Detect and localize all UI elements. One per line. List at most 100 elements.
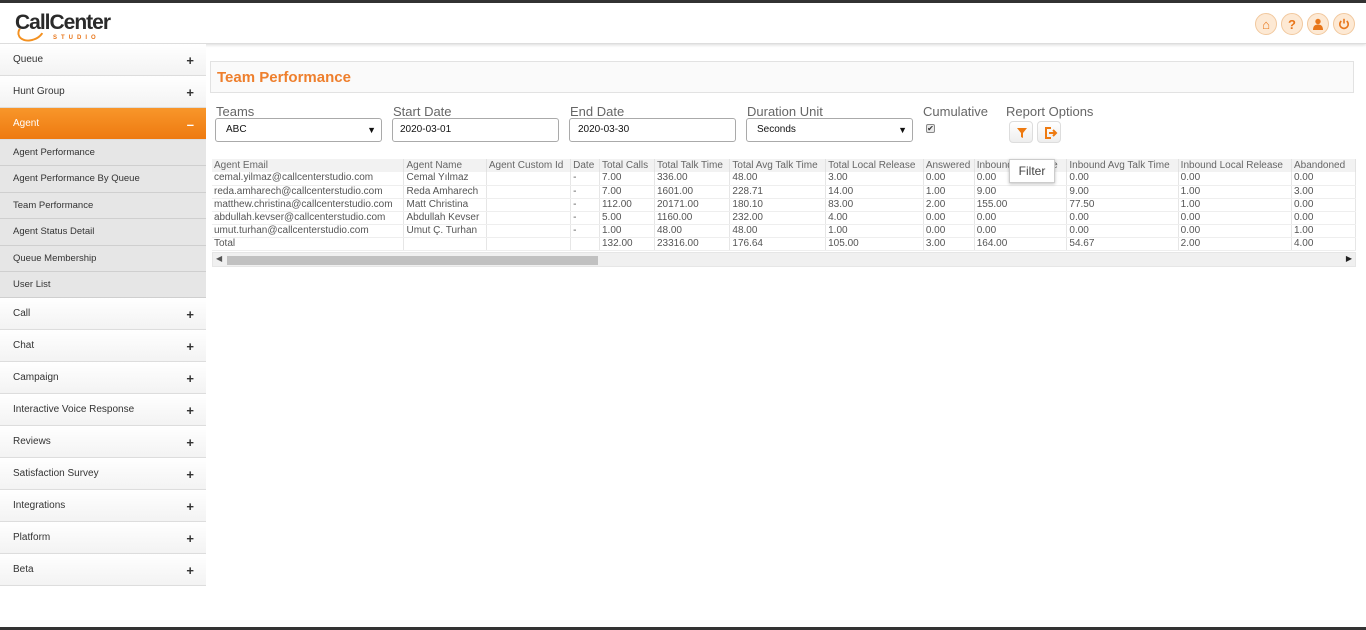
column-header[interactable]: Inbound Local Release (1178, 159, 1292, 172)
export-button[interactable] (1037, 121, 1061, 143)
teams-select[interactable]: ABC ▼ (215, 118, 382, 142)
sidebar-subitem-queue-membership[interactable]: Queue Membership (0, 245, 206, 272)
sidebar-item-reviews[interactable]: Reviews + (0, 426, 206, 459)
home-icon[interactable]: ⌂ (1255, 13, 1277, 35)
sidebar-item-ivr[interactable]: Interactive Voice Response + (0, 394, 206, 427)
sidebar-item-queue[interactable]: Queue + (0, 44, 206, 76)
table-cell: 0.00 (1291, 198, 1356, 212)
sidebar-subitem-team-performance[interactable]: Team Performance (0, 192, 206, 220)
column-header[interactable]: Agent Email (212, 159, 405, 172)
table-cell: 0.00 (1291, 211, 1356, 225)
table-cell (570, 237, 600, 251)
table-cell: 1.00 (923, 185, 975, 199)
table-cell: 0.00 (1178, 224, 1292, 238)
scroll-right-icon[interactable]: ▶ (1346, 254, 1352, 263)
sidebar-item-campaign[interactable]: Campaign + (0, 362, 206, 395)
expand-icon: + (186, 371, 194, 387)
header-icons: ⌂ ? (1255, 13, 1355, 35)
table-cell: 7.00 (599, 172, 655, 186)
sidebar-item-satisfaction-survey[interactable]: Satisfaction Survey + (0, 458, 206, 491)
start-date-label: Start Date (393, 104, 452, 119)
column-header[interactable]: Inbound Avg Talk Time (1066, 159, 1179, 172)
end-date-input[interactable]: 2020-03-30 (569, 118, 736, 142)
table-cell: - (570, 172, 600, 186)
total-row: Total 132.00 23316.00 176.64 105.00 3.00 164.0… (212, 237, 1356, 251)
report-options-label: Report Options (1006, 104, 1094, 119)
column-header[interactable]: Answered (923, 159, 975, 172)
table-cell: 14.00 (825, 185, 924, 199)
help-icon[interactable]: ? (1281, 13, 1303, 35)
table-row: matthew.christina@callcenterstudio.com Ma… (212, 198, 1356, 212)
sidebar-item-platform[interactable]: Platform + (0, 522, 206, 555)
sidebar-item-agent[interactable]: Agent – (0, 108, 206, 140)
table-cell: 0.00 (1066, 224, 1179, 238)
column-header[interactable]: Agent Custom Id (486, 159, 572, 172)
duration-unit-select[interactable]: Seconds ▼ (746, 118, 913, 142)
scrollbar-thumb[interactable] (227, 256, 598, 265)
table-cell: 2.00 (923, 198, 975, 212)
sidebar-item-beta[interactable]: Beta + (0, 554, 206, 587)
column-header[interactable]: Total Talk Time (654, 159, 731, 172)
table-cell: 0.00 (1178, 172, 1292, 186)
expand-icon: + (186, 85, 194, 100)
chevron-down-icon: ▼ (898, 125, 907, 135)
sidebar-item-label: Satisfaction Survey (13, 468, 99, 480)
table-cell: 3.00 (1291, 185, 1356, 199)
table-cell: 48.00 (654, 224, 731, 238)
logo-subtext: STUDIO (53, 35, 100, 41)
column-header[interactable]: Date (570, 159, 600, 172)
filter-button[interactable] (1009, 121, 1033, 143)
user-icon[interactable] (1307, 13, 1329, 35)
table-cell: - (570, 211, 600, 225)
table-cell: 132.00 (599, 237, 655, 251)
cumulative-checkbox[interactable]: ✔ (926, 124, 935, 133)
sidebar-item-integrations[interactable]: Integrations + (0, 490, 206, 523)
column-header[interactable]: Total Local Release (825, 159, 924, 172)
table-cell: 105.00 (825, 237, 924, 251)
sidebar: Queue + Hunt Group + Agent – Agent Performa… (0, 44, 206, 587)
table-cell: 155.00 (974, 198, 1068, 212)
page-header: Team Performance (210, 61, 1354, 93)
table-cell: reda.amharech@callcenterstudio.com (212, 185, 405, 199)
table-cell: 9.00 (974, 185, 1068, 199)
table-cell: 112.00 (599, 198, 655, 212)
expand-icon: + (186, 435, 194, 451)
sidebar-item-label: Campaign (13, 372, 59, 384)
table-row: cemal.yilmaz@callcenterstudio.com Cemal Y… (212, 172, 1356, 186)
sidebar-subitem-agent-status-detail[interactable]: Agent Status Detail (0, 219, 206, 246)
column-header[interactable]: Total Calls (599, 159, 655, 172)
table-cell: 77.50 (1066, 198, 1179, 212)
start-date-input[interactable]: 2020-03-01 (392, 118, 559, 142)
table-cell (486, 185, 572, 199)
table-cell: Total (212, 237, 405, 251)
sidebar-subitem-user-list[interactable]: User List (0, 271, 206, 299)
power-icon[interactable] (1333, 13, 1355, 35)
sidebar-item-label: Integrations (13, 500, 66, 512)
table-cell: Abdullah Kevser (403, 211, 487, 225)
sidebar-subitem-agent-performance[interactable]: Agent Performance (0, 140, 206, 167)
teams-value: ABC (226, 124, 247, 135)
expand-icon: + (186, 403, 194, 419)
sidebar-item-label: Interactive Voice Response (13, 404, 135, 416)
table-header-row: Agent Email Agent Name Agent Custom Id D… (212, 159, 1356, 172)
table-cell: 9.00 (1066, 185, 1179, 199)
column-header[interactable]: Agent Name (403, 159, 487, 172)
expand-icon: + (186, 563, 194, 579)
sidebar-item-hunt-group[interactable]: Hunt Group + (0, 76, 206, 108)
filter-icon (1017, 128, 1027, 138)
horizontal-scrollbar[interactable]: ◀ ▶ (212, 252, 1356, 267)
scroll-left-icon[interactable]: ◀ (216, 254, 222, 263)
table-body: cemal.yilmaz@callcenterstudio.com Cemal Y… (212, 172, 1356, 251)
table-cell: 20171.00 (654, 198, 731, 212)
brand-logo[interactable]: CallCenter STUDIO (14, 11, 120, 46)
sidebar-item-call[interactable]: Call + (0, 298, 206, 331)
column-header[interactable]: Abandoned (1291, 159, 1356, 172)
chevron-down-icon: ▼ (367, 125, 376, 135)
sidebar-item-label: Agent (13, 118, 40, 129)
table-cell: 180.10 (729, 198, 827, 212)
sidebar-subitem-agent-performance-by-queue[interactable]: Agent Performance By Queue (0, 166, 206, 193)
table-cell: 0.00 (1066, 211, 1179, 225)
table-cell: 164.00 (974, 237, 1068, 251)
sidebar-item-chat[interactable]: Chat + (0, 330, 206, 363)
column-header[interactable]: Total Avg Talk Time (729, 159, 827, 172)
